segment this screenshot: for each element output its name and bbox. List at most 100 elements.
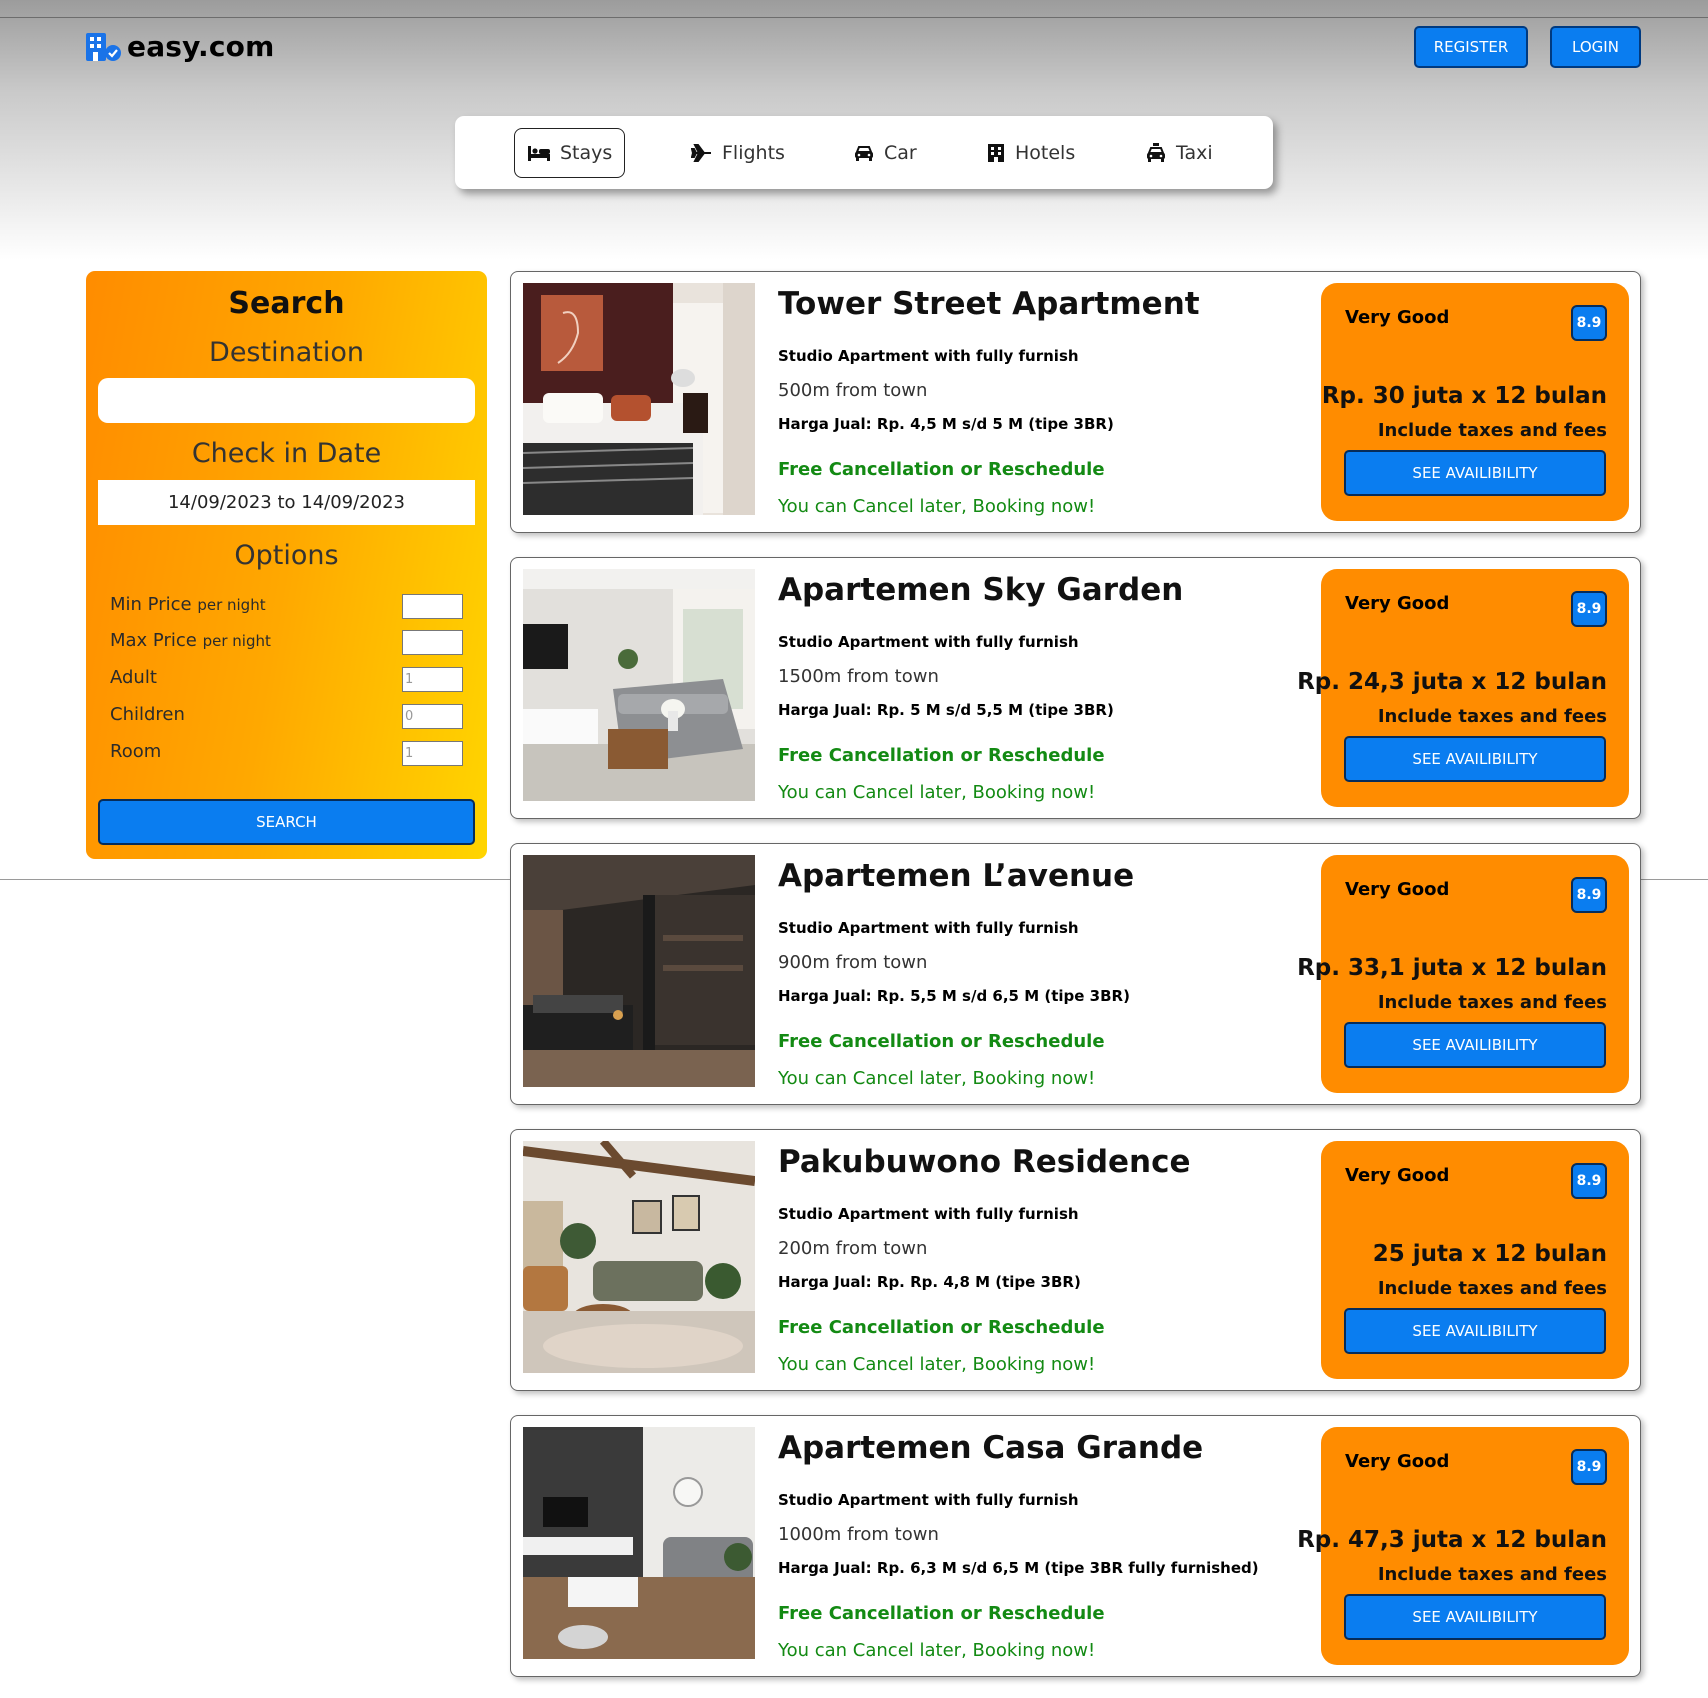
- taxes-note: Include taxes and fees: [1377, 420, 1607, 441]
- listing-title[interactable]: Pakubuwono Residence: [778, 1144, 1191, 1180]
- brand-name: easy.com: [127, 30, 275, 63]
- rating-label: Very Good: [1345, 1165, 1450, 1186]
- room-input[interactable]: 1: [402, 741, 463, 766]
- listing-photo[interactable]: [523, 283, 755, 515]
- register-button[interactable]: REGISTER: [1414, 26, 1528, 68]
- tab-stays[interactable]: Stays: [514, 128, 626, 178]
- max-price-input[interactable]: [402, 630, 463, 655]
- tab-car[interactable]: Car: [853, 128, 917, 178]
- see-availability-button[interactable]: SEE AVAILIBILITY: [1344, 450, 1606, 496]
- tab-label: Flights: [722, 142, 785, 164]
- listing-price: Rp. 33,1 juta x 12 bulan: [1297, 955, 1607, 981]
- cancel-later-note: You can Cancel later, Booking now!: [778, 1640, 1096, 1661]
- login-button[interactable]: LOGIN: [1550, 26, 1641, 68]
- plane-icon: [691, 144, 711, 162]
- car-icon: [855, 146, 873, 161]
- checkin-date-input[interactable]: 14/09/2023 to 14/09/2023: [98, 480, 475, 525]
- bed-icon: [528, 146, 550, 161]
- tab-hotels[interactable]: Hotels: [986, 128, 1075, 178]
- listing-distance: 500m from town: [778, 380, 928, 401]
- building-icon: [988, 144, 1004, 162]
- taxi-icon: [1147, 143, 1165, 162]
- listing-photo[interactable]: [523, 569, 755, 801]
- listing-price: Rp. 24,3 juta x 12 bulan: [1297, 669, 1607, 695]
- listing-subtitle: Studio Apartment with fully furnish: [778, 347, 1079, 365]
- tab-label: Car: [884, 142, 917, 164]
- destination-input[interactable]: [98, 378, 475, 423]
- adult-label: Adult: [110, 667, 157, 688]
- adult-input[interactable]: 1: [402, 667, 463, 692]
- tab-label: Stays: [560, 142, 613, 164]
- rating-panel: Very Good 8.9 Rp. 30 juta x 12 bulan Inc…: [1321, 283, 1629, 521]
- listing-card: Apartemen L’avenue Studio Apartment with…: [510, 843, 1641, 1105]
- listing-subtitle: Studio Apartment with fully furnish: [778, 1205, 1079, 1223]
- brand-logo[interactable]: easy.com: [85, 30, 274, 63]
- taxes-note: Include taxes and fees: [1377, 706, 1607, 727]
- listing-distance: 200m from town: [778, 1238, 928, 1259]
- search-panel: Search Destination Check in Date 14/09/2…: [86, 271, 487, 859]
- hotel-check-icon: [85, 31, 123, 63]
- max-price-label: Max Price per night: [110, 630, 271, 651]
- listing-price: Rp. 30 juta x 12 bulan: [1321, 383, 1607, 409]
- listing-photo[interactable]: [523, 855, 755, 1087]
- tab-label: Taxi: [1176, 142, 1213, 164]
- listing-price-info: Harga Jual: Rp. 5,5 M s/d 6,5 M (tipe 3B…: [778, 987, 1130, 1005]
- listing-distance: 1000m from town: [778, 1524, 939, 1545]
- listing-price-info: Harga Jual: Rp. 4,5 M s/d 5 M (tipe 3BR): [778, 415, 1114, 433]
- free-cancellation: Free Cancellation or Reschedule: [778, 745, 1105, 766]
- free-cancellation: Free Cancellation or Reschedule: [778, 459, 1105, 480]
- listing-card: Tower Street Apartment Studio Apartment …: [510, 271, 1641, 533]
- tab-taxi[interactable]: Taxi: [1145, 128, 1213, 178]
- tab-label: Hotels: [1015, 142, 1076, 164]
- taxes-note: Include taxes and fees: [1377, 1278, 1607, 1299]
- min-price-label: Min Price per night: [110, 594, 266, 615]
- listing-price: 25 juta x 12 bulan: [1372, 1241, 1607, 1267]
- children-label: Children: [110, 704, 185, 725]
- free-cancellation: Free Cancellation or Reschedule: [778, 1031, 1105, 1052]
- listing-subtitle: Studio Apartment with fully furnish: [778, 633, 1079, 651]
- cancel-later-note: You can Cancel later, Booking now!: [778, 496, 1096, 517]
- see-availability-button[interactable]: SEE AVAILIBILITY: [1344, 736, 1606, 782]
- listing-price: Rp. 47,3 juta x 12 bulan: [1297, 1527, 1607, 1553]
- listing-card: Pakubuwono Residence Studio Apartment wi…: [510, 1129, 1641, 1391]
- rating-panel: Very Good 8.9 Rp. 47,3 juta x 12 bulan I…: [1297, 1427, 1629, 1665]
- listing-price-info: Harga Jual: Rp. 6,3 M s/d 6,5 M (tipe 3B…: [778, 1559, 1259, 1577]
- listing-title[interactable]: Apartemen L’avenue: [778, 858, 1134, 894]
- listing-photo[interactable]: [523, 1141, 755, 1373]
- tab-flights[interactable]: Flights: [691, 128, 785, 178]
- rating-panel: Very Good 8.9 Rp. 24,3 juta x 12 bulan I…: [1297, 569, 1629, 807]
- see-availability-button[interactable]: SEE AVAILIBILITY: [1344, 1308, 1606, 1354]
- rating-score-badge: 8.9: [1571, 877, 1607, 913]
- listing-title[interactable]: Apartemen Sky Garden: [778, 572, 1183, 608]
- min-price-input[interactable]: [402, 594, 463, 619]
- rating-label: Very Good: [1345, 307, 1450, 328]
- rating-score-badge: 8.9: [1571, 591, 1607, 627]
- children-input[interactable]: 0: [402, 704, 463, 729]
- rating-label: Very Good: [1345, 879, 1450, 900]
- checkin-label: Check in Date: [191, 438, 382, 469]
- listing-title[interactable]: Apartemen Casa Grande: [778, 1430, 1203, 1466]
- listing-photo[interactable]: [523, 1427, 755, 1659]
- see-availability-button[interactable]: SEE AVAILIBILITY: [1344, 1022, 1606, 1068]
- search-button[interactable]: SEARCH: [98, 799, 475, 845]
- listing-distance: 1500m from town: [778, 666, 939, 687]
- rating-score-badge: 8.9: [1571, 305, 1607, 341]
- listing-title[interactable]: Tower Street Apartment: [778, 286, 1200, 322]
- listing-card: Apartemen Sky Garden Studio Apartment wi…: [510, 557, 1641, 819]
- category-tabs: Stays Flights Car Hotels Taxi: [455, 116, 1273, 189]
- rating-label: Very Good: [1345, 1451, 1450, 1472]
- listing-price-info: Harga Jual: Rp. 5 M s/d 5,5 M (tipe 3BR): [778, 701, 1114, 719]
- rating-panel: Very Good 8.9 25 juta x 12 bulan Include…: [1321, 1141, 1629, 1379]
- rating-panel: Very Good 8.9 Rp. 33,1 juta x 12 bulan I…: [1297, 855, 1629, 1093]
- listing-distance: 900m from town: [778, 952, 928, 973]
- free-cancellation: Free Cancellation or Reschedule: [778, 1603, 1105, 1624]
- rating-label: Very Good: [1345, 593, 1450, 614]
- listing-price-info: Harga Jual: Rp. Rp. 4,8 M (tipe 3BR): [778, 1273, 1081, 1291]
- destination-label: Destination: [209, 337, 364, 368]
- see-availability-button[interactable]: SEE AVAILIBILITY: [1344, 1594, 1606, 1640]
- options-label: Options: [234, 540, 339, 571]
- free-cancellation: Free Cancellation or Reschedule: [778, 1317, 1105, 1338]
- room-label: Room: [110, 741, 162, 762]
- rating-score-badge: 8.9: [1571, 1163, 1607, 1199]
- top-divider: [0, 17, 1708, 18]
